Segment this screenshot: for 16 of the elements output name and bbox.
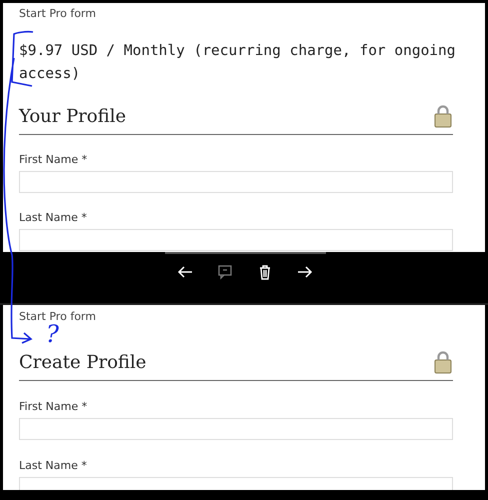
padlock-icon xyxy=(434,104,452,128)
field-label: First Name * xyxy=(19,153,88,167)
price-text: $9.97 USD / Monthly (recurring charge, for ongoing access) xyxy=(19,42,456,84)
padlock-icon xyxy=(434,350,452,374)
input-field[interactable] xyxy=(19,229,453,251)
input-field[interactable] xyxy=(19,171,453,193)
back-arrow-icon[interactable] xyxy=(177,264,193,280)
field-label: Last Name * xyxy=(19,211,88,225)
section-heading: Create Profile xyxy=(19,352,146,372)
input-field[interactable] xyxy=(19,418,453,440)
section-heading: Your Profile xyxy=(19,106,126,126)
form-title: Start Pro form xyxy=(19,7,97,21)
field-label: First Name * xyxy=(19,400,88,414)
trash-icon[interactable] xyxy=(257,264,273,280)
field-label: Last Name * xyxy=(19,459,88,473)
forward-arrow-icon[interactable] xyxy=(297,264,313,280)
